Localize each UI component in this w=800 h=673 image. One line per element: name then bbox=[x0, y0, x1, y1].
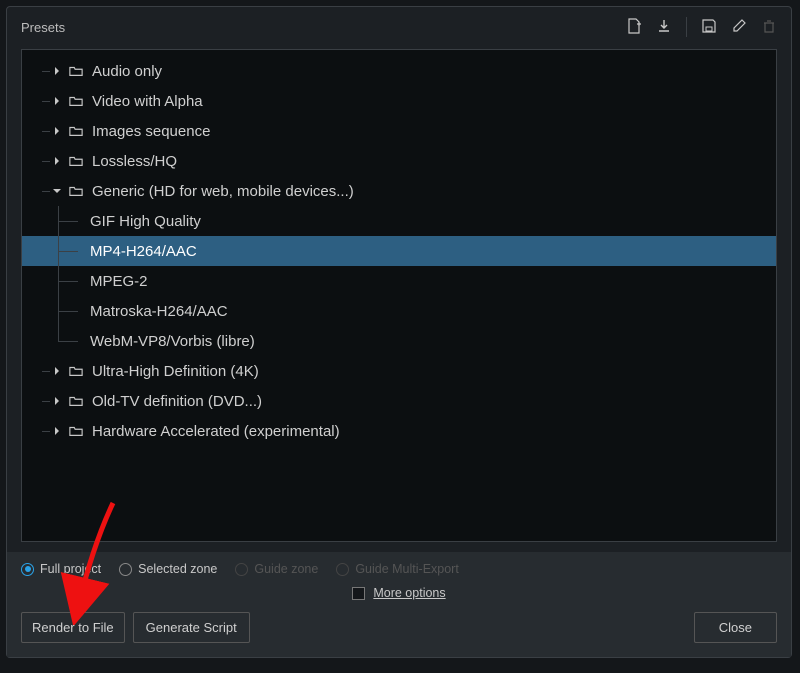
folder-icon bbox=[68, 423, 84, 439]
folder-icon bbox=[68, 93, 84, 109]
folder-icon bbox=[68, 393, 84, 409]
radio-selected-zone[interactable]: Selected zone bbox=[119, 562, 217, 576]
chevron-right-icon[interactable] bbox=[50, 154, 64, 168]
tree-folder[interactable]: Old-TV definition (DVD...) bbox=[22, 386, 776, 416]
folder-icon bbox=[68, 63, 84, 79]
chevron-down-icon[interactable] bbox=[50, 184, 64, 198]
tree-item-label: GIF High Quality bbox=[90, 213, 201, 230]
tree-folder-label: Lossless/HQ bbox=[92, 153, 177, 170]
tree-item[interactable]: Matroska-H264/AAC bbox=[22, 296, 776, 326]
more-options-label[interactable]: More options bbox=[373, 586, 445, 600]
tree-folder[interactable]: Video with Alpha bbox=[22, 86, 776, 116]
folder-icon bbox=[68, 153, 84, 169]
generate-script-button[interactable]: Generate Script bbox=[133, 612, 250, 643]
tree-item-label: WebM-VP8/Vorbis (libre) bbox=[90, 333, 255, 350]
panel-header: Presets bbox=[7, 7, 791, 45]
tree-folder-label: Hardware Accelerated (experimental) bbox=[92, 423, 340, 440]
tree-folder[interactable]: Ultra-High Definition (4K) bbox=[22, 356, 776, 386]
chevron-right-icon[interactable] bbox=[50, 64, 64, 78]
folder-icon bbox=[68, 363, 84, 379]
save-icon[interactable] bbox=[701, 18, 717, 37]
radio-guide-multi: Guide Multi-Export bbox=[336, 562, 459, 576]
tree-folder-label: Images sequence bbox=[92, 123, 210, 140]
radio-label: Full project bbox=[40, 562, 101, 576]
chevron-right-icon[interactable] bbox=[50, 424, 64, 438]
radio-label: Selected zone bbox=[138, 562, 217, 576]
chevron-right-icon[interactable] bbox=[50, 364, 64, 378]
header-toolbar bbox=[626, 17, 777, 37]
tree-folder-label: Ultra-High Definition (4K) bbox=[92, 363, 259, 380]
chevron-right-icon[interactable] bbox=[50, 394, 64, 408]
radio-guide-zone: Guide zone bbox=[235, 562, 318, 576]
radio-full-project[interactable]: Full project bbox=[21, 562, 101, 576]
panel-title: Presets bbox=[21, 20, 65, 35]
export-scope-radios: Full project Selected zone Guide zone Gu… bbox=[21, 562, 777, 576]
new-preset-icon[interactable] bbox=[626, 18, 642, 37]
tree-item[interactable]: MP4-H264/AAC bbox=[22, 236, 776, 266]
folder-icon bbox=[68, 183, 84, 199]
tree-folder[interactable]: Generic (HD for web, mobile devices...) bbox=[22, 176, 776, 206]
tree-item[interactable]: WebM-VP8/Vorbis (libre) bbox=[22, 326, 776, 356]
tree-folder-label: Video with Alpha bbox=[92, 93, 203, 110]
tree-folder[interactable]: Hardware Accelerated (experimental) bbox=[22, 416, 776, 446]
tree-item[interactable]: MPEG-2 bbox=[22, 266, 776, 296]
download-icon[interactable] bbox=[656, 18, 672, 37]
footer-buttons: Render to File Generate Script Close bbox=[21, 612, 777, 643]
tree-item[interactable]: GIF High Quality bbox=[22, 206, 776, 236]
tree-folder-label: Old-TV definition (DVD...) bbox=[92, 393, 262, 410]
close-button[interactable]: Close bbox=[694, 612, 777, 643]
radio-label: Guide Multi-Export bbox=[355, 562, 459, 576]
tree-folder[interactable]: Lossless/HQ bbox=[22, 146, 776, 176]
tree-folder[interactable]: Audio only bbox=[22, 56, 776, 86]
render-to-file-button[interactable]: Render to File bbox=[21, 612, 125, 643]
more-options-row: More options bbox=[21, 586, 777, 600]
delete-icon[interactable] bbox=[761, 18, 777, 37]
panel-footer: Full project Selected zone Guide zone Gu… bbox=[7, 552, 791, 657]
tree-folder-label: Audio only bbox=[92, 63, 162, 80]
presets-panel: Presets Audio only Video with Alpha Images… bbox=[6, 6, 792, 658]
tree-folder[interactable]: Images sequence bbox=[22, 116, 776, 146]
folder-icon bbox=[68, 123, 84, 139]
radio-label: Guide zone bbox=[254, 562, 318, 576]
more-options-checkbox[interactable] bbox=[352, 587, 365, 600]
tree-folder-label: Generic (HD for web, mobile devices...) bbox=[92, 183, 354, 200]
preset-tree[interactable]: Audio only Video with Alpha Images sequenc… bbox=[21, 49, 777, 542]
tree-item-label: MPEG-2 bbox=[90, 273, 148, 290]
edit-icon[interactable] bbox=[731, 18, 747, 37]
chevron-right-icon[interactable] bbox=[50, 94, 64, 108]
chevron-right-icon[interactable] bbox=[50, 124, 64, 138]
tree-item-label: Matroska-H264/AAC bbox=[90, 303, 228, 320]
toolbar-separator bbox=[686, 17, 687, 37]
tree-item-label: MP4-H264/AAC bbox=[90, 243, 197, 260]
